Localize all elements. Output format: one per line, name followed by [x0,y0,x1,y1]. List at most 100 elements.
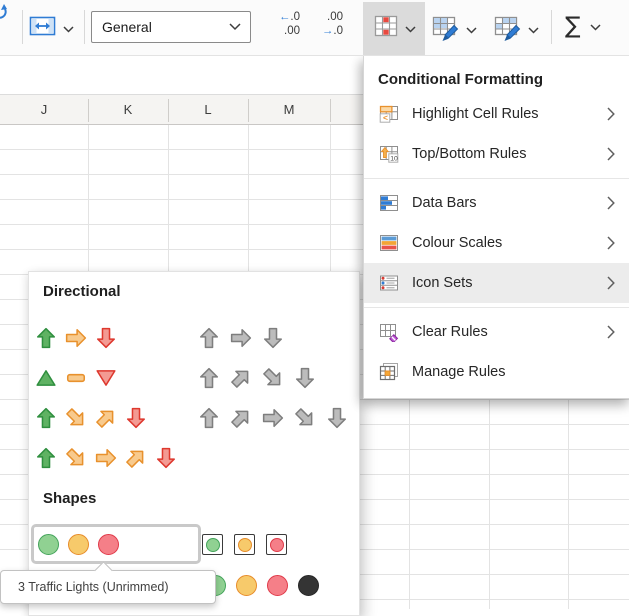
ribbon-toolbar: General ←.0 .00 .00 →.0 [0,0,629,56]
gray-up-right-icon [225,402,256,433]
column-header-k[interactable]: K [88,95,168,124]
gray-up-icon [198,367,220,389]
gray-down-right-icon [257,362,288,393]
submenu-chevron-right-icon [607,147,615,161]
menu-item-top-bottom-rules[interactable]: 10 Top/Bottom Rules [364,134,629,174]
decimal-text: .0 [290,11,300,23]
column-header-l[interactable]: L [168,95,248,124]
green-up-icon [35,447,57,469]
icon-set-row [29,367,359,389]
column-header-j[interactable]: J [0,95,88,124]
orange-down-right-icon [60,402,91,433]
menu-item-highlight-cell-rules[interactable]: < Highlight Cell Rules [364,94,629,134]
menu-item-manage-rules[interactable]: Manage Rules [364,352,629,392]
gray-down-icon [294,367,316,389]
svg-text:<: < [383,113,388,123]
conditional-formatting-button[interactable] [363,2,425,55]
orange-down-right-icon [60,442,91,473]
directional-section-header: Directional [43,283,121,300]
cell-styles-button[interactable] [493,14,539,46]
red-down-icon [95,327,117,349]
icon-set-5-arrows-colored[interactable] [35,447,177,469]
submenu-chevron-right-icon [607,196,615,210]
autosum-button[interactable]: ∑ [565,15,601,38]
chevron-down-icon [528,21,539,39]
cell-styles-icon [493,14,522,46]
traffic-light-black [298,575,319,596]
icon-set-3-arrows-colored[interactable] [35,327,117,349]
merge-center-icon [29,14,56,43]
decrease-decimal-button[interactable]: .00 →.0 [307,11,343,45]
icon-set-3-traffic-lights-unrimmed[interactable] [31,524,201,564]
orange-up-right-icon [90,402,121,433]
top-bottom-rules-icon: 10 [378,144,400,164]
gray-down-icon [326,407,348,429]
menu-separator [364,307,629,308]
icon-set-4-arrows-gray[interactable] [198,367,316,389]
format-as-table-button[interactable] [431,14,477,46]
menu-separator [364,178,629,179]
menu-item-label: Top/Bottom Rules [412,146,607,162]
colour-scales-icon [378,233,400,253]
column-header-m[interactable]: M [248,95,330,124]
conditional-formatting-icon [373,13,399,44]
column-separator [330,99,331,122]
green-triangle-up-icon [35,367,57,389]
toolbar-separator [551,10,552,44]
column-separator [168,99,169,122]
menu-item-label: Highlight Cell Rules [412,106,607,122]
traffic-light-orange [68,534,89,555]
red-down-icon [125,407,147,429]
icon-set-3-arrows-gray[interactable] [198,327,284,349]
icon-set-3-traffic-lights-rimmed[interactable] [202,534,287,555]
toolbar-separator [22,10,23,44]
clear-rules-icon [378,322,400,342]
traffic-light-green [38,534,59,555]
menu-item-icon-sets[interactable]: Icon Sets [364,263,629,303]
icon-set-row [29,407,359,429]
icon-set-3-triangles[interactable] [35,367,117,389]
menu-item-colour-scales[interactable]: Colour Scales [364,223,629,263]
icon-set-row [29,327,359,349]
green-up-icon [35,407,57,429]
manage-rules-icon [378,362,400,382]
orange-right-icon [65,327,87,349]
format-as-table-icon [431,14,460,46]
shapes-section-header: Shapes [43,490,96,507]
gray-up-icon [198,327,220,349]
green-up-icon [35,327,57,349]
orange-dash-icon [65,367,87,389]
menu-item-label: Colour Scales [412,235,607,251]
menu-item-data-bars[interactable]: Data Bars [364,183,629,223]
merge-center-button[interactable] [29,14,74,43]
chevron-down-icon [63,20,74,38]
menu-item-label: Data Bars [412,195,607,211]
tooltip: 3 Traffic Lights (Unrimmed) [0,570,216,604]
rimmed-square [202,534,223,555]
menu-item-label: Icon Sets [412,275,607,291]
traffic-light-red [267,575,288,596]
icon-set-4-traffic-lights[interactable] [205,575,319,596]
blue-left-arrow: ← [279,11,291,23]
submenu-chevron-right-icon [607,107,615,121]
number-format-dropdown[interactable]: General [91,11,251,43]
gray-down-icon [262,327,284,349]
decimal-text: .0 [333,25,343,37]
number-format-value: General [102,19,229,35]
decimal-text: .00 [264,25,300,39]
red-triangle-down-icon [95,367,117,389]
menu-item-clear-rules[interactable]: Clear Rules [364,312,629,352]
decimal-text: .00 [307,11,343,25]
icon-set-4-arrows-colored[interactable] [35,407,147,429]
chevron-down-icon [590,18,601,36]
orange-up-right-icon [120,442,151,473]
clipped-format-icon [0,3,9,30]
rimmed-square [234,534,255,555]
toolbar-separator [84,10,85,44]
gray-up-icon [198,407,220,429]
increase-decimal-button[interactable]: ←.0 .00 [264,11,300,45]
icon-set-5-arrows-gray[interactable] [198,407,348,429]
column-separator [248,99,249,122]
icon-sets-submenu: Directional Shapes [28,271,360,616]
traffic-light-red [270,538,284,552]
